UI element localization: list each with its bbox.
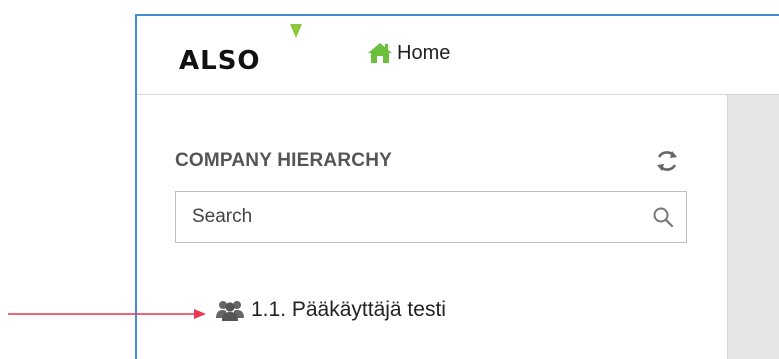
hierarchy-item-label: 1.1. Pääkäyttäjä testi (251, 298, 446, 321)
also-logo[interactable]: ALSO (179, 46, 261, 76)
search-field[interactable] (175, 191, 687, 243)
search-input[interactable] (176, 192, 636, 242)
company-hierarchy-panel: COMPANY HIERARCHY 1.1. Pääkäytt (137, 95, 727, 359)
search-icon[interactable] (652, 206, 674, 228)
top-bar: ALSO Home (137, 16, 779, 95)
hierarchy-item[interactable]: 1.1. Pääkäyttäjä testi (215, 295, 446, 325)
hierarchy-title: COMPANY HIERARCHY (175, 150, 392, 171)
annotation-arrow (8, 309, 206, 319)
home-label: Home (397, 41, 451, 64)
refresh-icon[interactable] (654, 148, 680, 174)
home-icon (368, 43, 392, 63)
main-content-area (727, 95, 779, 359)
app-window: ALSO Home COMPANY HIERARCHY Search 1.1. … (135, 14, 779, 359)
users-icon (216, 301, 244, 321)
home-link[interactable]: Home (367, 40, 450, 66)
logo-accent-mark (290, 24, 302, 38)
